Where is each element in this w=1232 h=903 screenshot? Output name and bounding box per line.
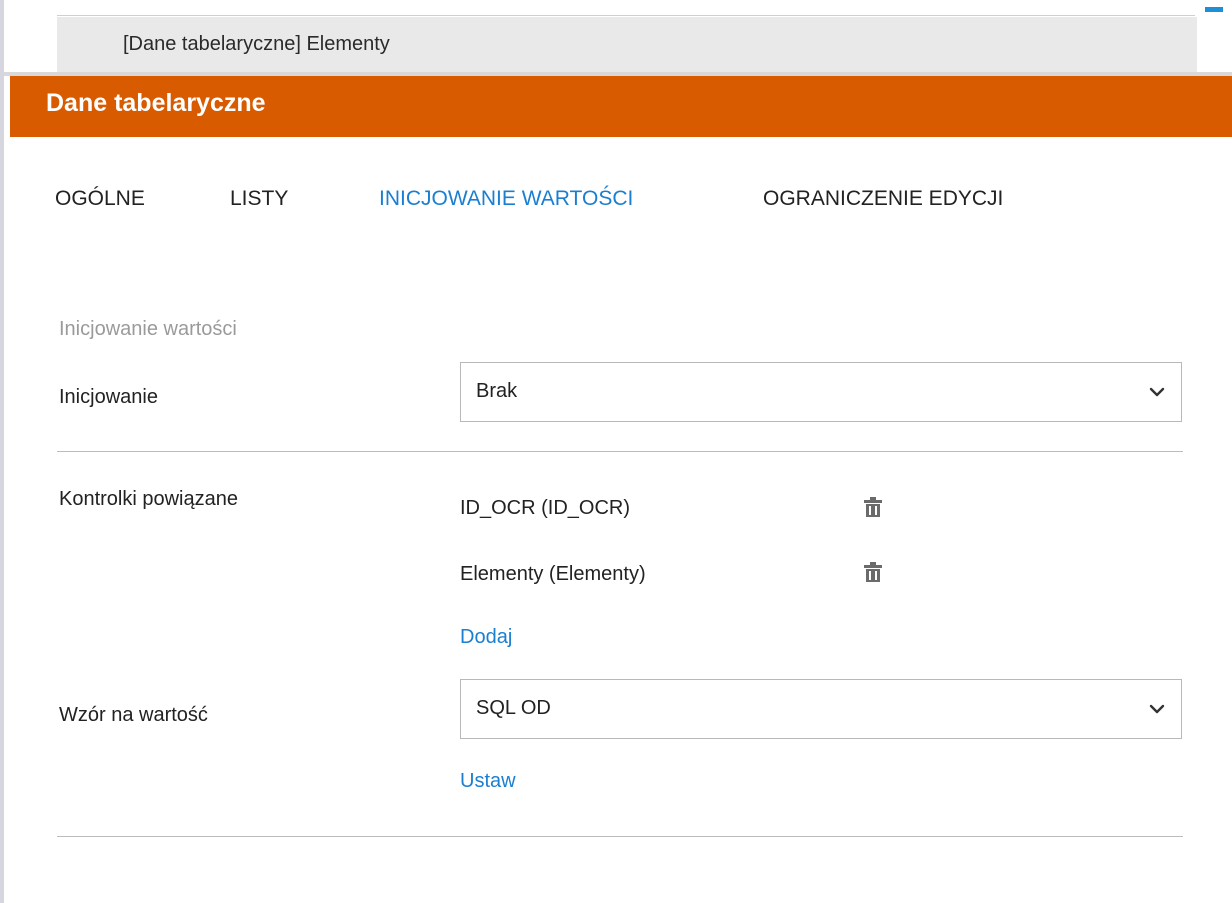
chevron-down-icon bbox=[1149, 704, 1165, 714]
breadcrumb: [Dane tabelaryczne] Elementy bbox=[57, 17, 1197, 72]
panel-title: Dane tabelaryczne bbox=[46, 89, 266, 117]
trash-icon[interactable] bbox=[863, 561, 883, 583]
panel-header: Dane tabelaryczne bbox=[10, 76, 1232, 137]
linked-controls-label: Kontrolki powiązane bbox=[59, 488, 238, 510]
initialization-label: Inicjowanie bbox=[59, 386, 158, 408]
trash-icon[interactable] bbox=[863, 496, 883, 518]
tab-lists[interactable]: LISTY bbox=[230, 187, 288, 211]
linked-control-item: ID_OCR (ID_OCR) bbox=[460, 497, 631, 519]
page: [Dane tabelaryczne] Elementy Dane tabela… bbox=[0, 0, 1232, 903]
corner-accent-mark bbox=[1205, 7, 1223, 12]
initialization-select-value: Brak bbox=[476, 380, 518, 402]
section-heading: Inicjowanie wartości bbox=[59, 318, 237, 340]
left-border bbox=[0, 0, 4, 903]
chevron-down-icon bbox=[1149, 387, 1165, 397]
linked-control-item: Elementy (Elementy) bbox=[460, 563, 646, 585]
formula-label: Wzór na wartość bbox=[59, 704, 208, 726]
tab-value-initialization[interactable]: INICJOWANIE WARTOŚCI bbox=[379, 187, 633, 211]
divider bbox=[57, 451, 1183, 452]
tab-edit-restriction[interactable]: OGRANICZENIE EDYCJI bbox=[763, 187, 1003, 211]
add-linked-control-link[interactable]: Dodaj bbox=[460, 626, 512, 649]
tab-general[interactable]: OGÓLNE bbox=[55, 187, 145, 211]
top-divider bbox=[57, 15, 1195, 16]
initialization-select[interactable]: Brak bbox=[460, 362, 1182, 422]
set-formula-link[interactable]: Ustaw bbox=[460, 770, 516, 793]
formula-select[interactable]: SQL OD bbox=[460, 679, 1182, 739]
formula-select-value: SQL OD bbox=[476, 697, 551, 719]
breadcrumb-text: [Dane tabelaryczne] Elementy bbox=[123, 33, 390, 55]
divider bbox=[57, 836, 1183, 837]
